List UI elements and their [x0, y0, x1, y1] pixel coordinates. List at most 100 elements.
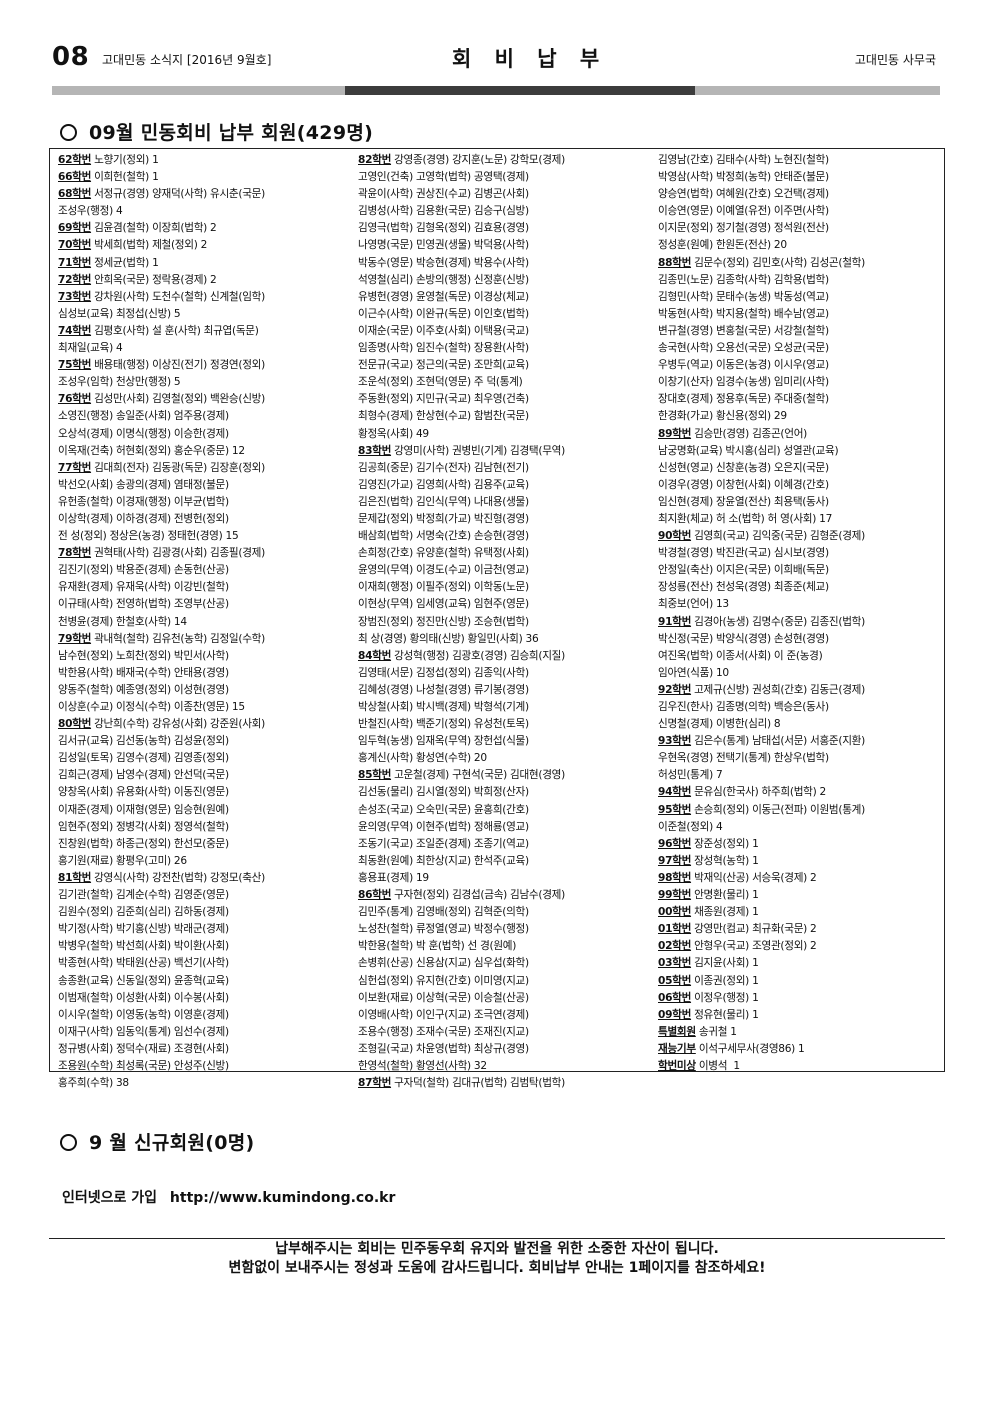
page-header: 08 고대민동 소식지 [2016년 9월호] 회 비 납 부 고대민동 사무국 — [52, 40, 940, 80]
member-names: 서정규(경영) 양재덕(사학) 유시춘(국문) — [91, 188, 265, 201]
list-item: 이보환(재료) 이상혁(국문) 이승철(산공) — [358, 990, 658, 1007]
member-names: 홍용표(경제) 19 — [358, 871, 429, 884]
member-names: 구자덕(철학) 김대규(법학) 김범탁(법학) — [391, 1077, 565, 1090]
member-names: 김영남(간호) 김태수(사학) 노현진(철학) — [658, 154, 829, 166]
member-names: 박선오(사회) 송광의(경제) 염태정(불문) — [58, 478, 229, 491]
list-item: 김기관(철학) 김계순(수학) 김영준(영문) — [58, 887, 358, 904]
list-item: 72학번 안희옥(국문) 정락용(경제) 2 — [58, 272, 358, 289]
list-item: 천병윤(경제) 한철호(사학) 14 — [58, 614, 358, 631]
member-names: 안정일(축산) 이지은(국문) 이희배(독문) — [658, 564, 829, 577]
member-names: 조용원(수학) 최성록(국문) 안성주(신방) — [58, 1059, 229, 1072]
member-names: 김선동(물리) 김시열(정외) 박희정(산자) — [358, 786, 529, 799]
member-names: 배삼희(법학) 서명숙(간호) 손승현(경영) — [358, 530, 529, 543]
list-item: 최형수(경제) 한상현(수교) 함범찬(국문) — [358, 408, 658, 425]
class-year-label: 05학번 — [658, 974, 692, 987]
list-item: 장성룡(전산) 천성욱(경영) 최종준(체교) — [658, 579, 943, 596]
list-item: 유헌종(철학) 이경재(행정) 이부균(법학) — [58, 494, 358, 511]
member-names: 천병윤(경제) 한철호(사학) 14 — [58, 615, 187, 628]
list-item: 임종명(사학) 임진수(철학) 장용환(사학) — [358, 340, 658, 357]
list-item: 오상석(경제) 이명식(행정) 이승한(경제) — [58, 426, 358, 443]
class-year-label: 62학번 — [58, 154, 92, 166]
list-item: 01학번 강영만(컴교) 최규화(국문) 2 — [658, 921, 943, 938]
class-year-label: 84학번 — [358, 649, 392, 662]
member-names: 김희근(경제) 남영수(경제) 안선덕(국문) — [58, 769, 229, 782]
member-names: 손희정(간호) 유양훈(철학) 유택정(사회) — [358, 547, 529, 560]
list-item: 문제갑(정외) 박정희(가교) 박진형(경영) — [358, 511, 658, 528]
member-names: 최형수(경제) 한상현(수교) 함범찬(국문) — [358, 410, 529, 423]
list-item: 홍계신(사학) 황성연(수학) 20 — [358, 750, 658, 767]
member-names: 박종현(사학) 박태원(산공) 백선기(사학) — [58, 957, 229, 970]
list-item: 장대호(경제) 정용후(독문) 주대중(철학) — [658, 391, 943, 408]
list-item: 홍용표(경제) 19 — [358, 870, 658, 887]
member-names: 전 성(정외) 정상은(농경) 정태헌(경영) 15 — [58, 530, 239, 543]
member-names: 김형민(사학) 문태수(농생) 박동성(역교) — [658, 290, 829, 303]
list-item: 91학번 김경아(농생) 김명수(중문) 김종진(법학) — [658, 614, 943, 631]
list-item: 80학번 강난희(수학) 강유성(사회) 강준원(사회) — [58, 716, 358, 733]
member-names: 오상석(경제) 이명식(행정) 이승한(경제) — [58, 427, 229, 440]
list-item: 김종민(노문) 김종학(사학) 김학용(법학) — [658, 272, 943, 289]
member-names: 최중보(언어) 13 — [658, 598, 729, 611]
member-names: 박동수(영문) 박승현(경제) 박용수(사학) — [358, 256, 529, 269]
member-names: 김문수(정외) 김민호(사학) 김성곤(철학) — [691, 256, 865, 269]
class-year-label: 06학번 — [658, 991, 692, 1004]
member-names: 이현상(무역) 임세영(교육) 임현주(영문) — [358, 598, 529, 611]
member-names: 여진옥(법학) 이종서(사회) 이 준(농경) — [658, 649, 823, 662]
list-item: 심성보(교육) 최정섭(신방) 5 — [58, 306, 358, 323]
member-names: 이상훈(수교) 이정식(수학) 이종찬(영문) 15 — [58, 701, 245, 713]
member-names: 이희헌(철학) 1 — [91, 171, 159, 184]
list-item: 73학번 강차원(사학) 도천수(철학) 신계철(임학) — [58, 289, 358, 306]
join-url-link[interactable]: http://www.kumindong.co.kr — [170, 1190, 395, 1206]
member-names: 김민주(통계) 김영배(정외) 김혁준(의학) — [358, 906, 529, 919]
member-names: 이상학(경제) 이하경(경제) 전병헌(정외) — [58, 512, 229, 525]
member-names: 고영인(건축) 고영학(법학) 공영택(경제) — [358, 171, 529, 184]
list-item: 92학번 고제규(신방) 권성희(간호) 김동근(경제) — [658, 682, 943, 699]
list-item: 김은진(법학) 김인식(무역) 나대용(생물) — [358, 494, 658, 511]
class-year-label: 90학번 — [658, 530, 692, 543]
list-item: 김영태(서문) 김정섭(정외) 김종익(사학) — [358, 665, 658, 682]
page-title: 회 비 납 부 — [452, 47, 608, 71]
member-names: 황정옥(사회) 49 — [358, 427, 429, 440]
member-names: 강차원(사학) 도천수(철학) 신계철(임학) — [91, 290, 265, 303]
page-number: 08 — [52, 42, 90, 72]
member-names: 김지윤(사회) 1 — [691, 957, 759, 970]
member-names: 조성우(행정) 4 — [58, 205, 123, 218]
list-item: 박경철(경영) 박진관(국교) 심시보(경영) — [658, 545, 943, 562]
member-names: 박한용(철학) 박 훈(법학) 선 경(원예) — [358, 940, 517, 953]
list-item: 이재순(국문) 이주호(사회) 이택용(국교) — [358, 323, 658, 340]
member-names: 송국현(사학) 오용선(국문) 오성균(국문) — [658, 342, 829, 355]
list-item: 한영석(철학) 황영선(사학) 32 — [358, 1058, 658, 1075]
member-names: 심성보(교육) 최정섭(신방) 5 — [58, 307, 181, 320]
member-names: 이준철(정외) 4 — [658, 820, 723, 833]
member-names: 임종명(사학) 임진수(철학) 장용환(사학) — [358, 342, 529, 355]
member-names: 박재익(산공) 서승욱(경제) 2 — [691, 871, 817, 884]
list-item: 변규철(경영) 변홍철(국문) 서강철(철학) — [658, 323, 943, 340]
list-item: 86학번 구자현(정외) 김경섭(금속) 김남수(경제) — [358, 887, 658, 904]
member-names: 박상철(사회) 박시백(경제) 박형석(기계) — [358, 701, 529, 713]
member-names: 최지환(체교) 허 소(법학) 허 영(사회) 17 — [658, 512, 833, 525]
list-item: 박신정(국문) 박양식(경영) 손성현(경영) — [658, 631, 943, 648]
member-names: 최동환(원예) 최한상(지교) 한석주(교육) — [358, 854, 529, 867]
member-names: 김영진(가교) 김영희(사학) 김용주(교육) — [358, 478, 529, 491]
member-names: 김원수(정외) 김준희(심리) 김하동(경제) — [58, 906, 229, 919]
list-item: 심헌섭(정외) 유지현(간호) 이미영(지교) — [358, 973, 658, 990]
member-names: 채종원(경제) 1 — [691, 906, 759, 919]
list-item: 김형민(사학) 문태수(농생) 박동성(역교) — [658, 289, 943, 306]
list-item: 박선오(사회) 송광의(경제) 염태정(불문) — [58, 477, 358, 494]
member-names: 소영진(행정) 송일준(사회) 엄주용(경제) — [58, 410, 229, 423]
list-item: 양승연(법학) 여혜원(간호) 오건택(경제) — [658, 186, 943, 203]
list-item: 이재구(사학) 임동익(통계) 임선수(경제) — [58, 1024, 358, 1041]
member-names: 임아연(식품) 10 — [658, 666, 729, 679]
list-item: 여진옥(법학) 이종서(사회) 이 준(농경) — [658, 648, 943, 665]
list-item: 이재준(경제) 이재형(영문) 임승현(원예) — [58, 802, 358, 819]
member-names: 안형우(국교) 조영관(정외) 2 — [691, 940, 817, 953]
list-item: 유재환(경제) 유재욱(사학) 이강빈(철학) — [58, 579, 358, 596]
class-year-label: 94학번 — [658, 786, 692, 799]
list-item: 석영철(심리) 손방의(행정) 신정훈(신방) — [358, 272, 658, 289]
list-item: 김선동(물리) 김시열(정외) 박희정(산자) — [358, 784, 658, 801]
member-names: 홍계신(사학) 황성연(수학) 20 — [358, 752, 487, 765]
member-names: 안명환(물리) 1 — [691, 889, 759, 902]
list-item: 77학번 김대희(전자) 김동광(독문) 김장훈(정외) — [58, 460, 358, 477]
list-item: 임아연(식품) 10 — [658, 665, 943, 682]
list-item: 남수현(정외) 노희찬(정외) 박민서(사학) — [58, 648, 358, 665]
member-names: 김진기(정외) 박용준(경제) 손동헌(산공) — [58, 564, 229, 577]
